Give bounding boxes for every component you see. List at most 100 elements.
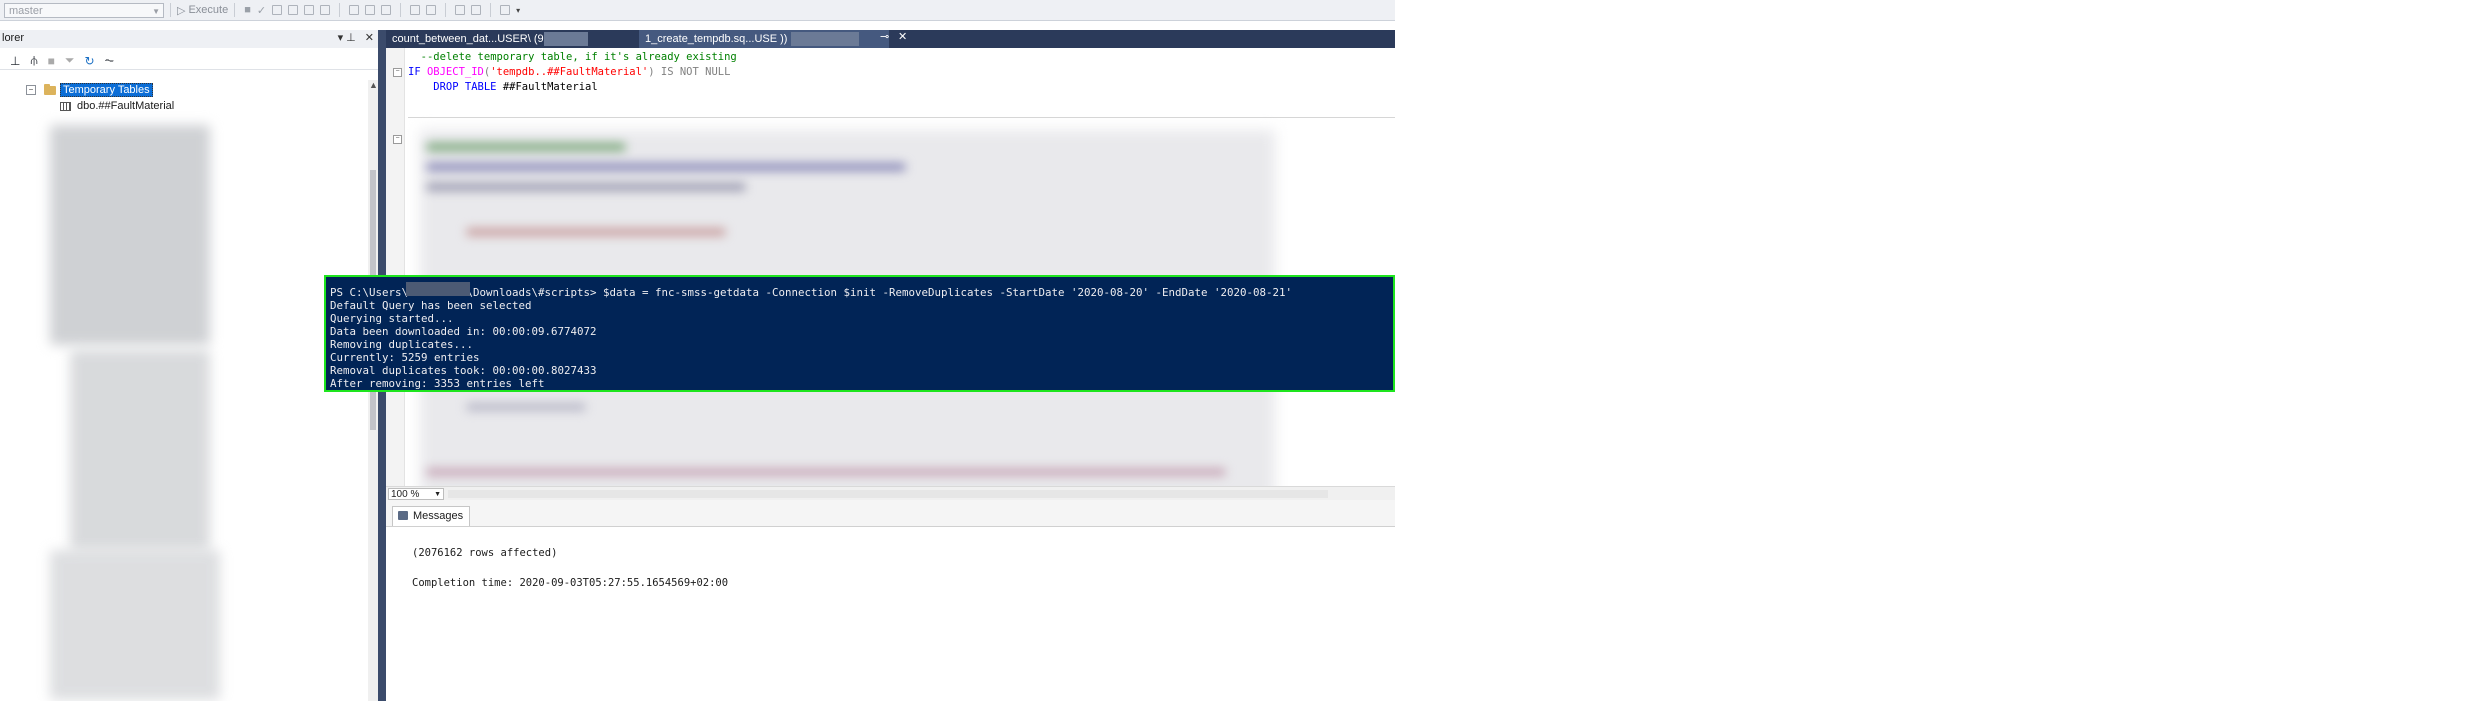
redacted-area — [70, 350, 210, 550]
code-area[interactable]: --delete temporary table, if it's alread… — [408, 50, 737, 95]
stop-icon[interactable]: ■ — [48, 54, 55, 68]
redacted-area — [406, 282, 470, 296]
parse-icon[interactable] — [288, 5, 299, 15]
play-icon: ▷ — [177, 4, 186, 17]
close-icon[interactable]: ✕ — [365, 31, 374, 44]
code-line: DROP TABLE ##FaultMaterial — [408, 81, 598, 93]
chevron-down-icon: ▼ — [152, 6, 160, 16]
estimated-plan-icon[interactable] — [304, 5, 315, 15]
specify-values-icon[interactable] — [500, 5, 511, 15]
collapse-icon[interactable]: − — [26, 85, 36, 95]
object-tree: − Temporary Tables dbo.##FaultMaterial — [0, 80, 368, 701]
tree-node-temporary-tables[interactable]: − Temporary Tables — [26, 83, 153, 97]
results-file-icon[interactable] — [381, 5, 392, 15]
refresh-icon[interactable]: ↻ — [84, 54, 94, 68]
folder-icon — [44, 83, 56, 95]
editor-status-bar: 100 % ▼ — [386, 486, 1395, 501]
outdent-icon[interactable] — [455, 5, 466, 15]
connect-icon[interactable]: ⊥ — [10, 54, 20, 68]
object-explorer-toolbar: ⊥ ⫛ ■ ⏷ ↻ ⏦ — [0, 52, 378, 70]
completion-time-message: Completion time: 2020-09-03T05:27:55.165… — [412, 577, 729, 589]
main-toolbar: master ▼ ▷ Execute ■ ✓ ▾ — [0, 0, 1395, 21]
database-select[interactable]: master ▼ — [4, 2, 164, 18]
zoom-select[interactable]: 100 % ▼ — [388, 488, 444, 500]
tab-count-between-dates[interactable]: count_between_dat...USER\ (98)) — [386, 30, 639, 48]
tab-label: count_between_dat...USER\ (98)) — [392, 33, 558, 45]
terminal-line: Currently: 5259 entries — [330, 351, 480, 364]
disconnect-icon[interactable]: ⫛ — [30, 53, 37, 68]
redacted-area — [466, 228, 726, 236]
terminal-line: PS C:\Users\ \Downloads\#scripts> $data … — [330, 286, 1293, 299]
redacted-area — [50, 125, 210, 345]
redacted-area — [791, 32, 859, 46]
tree-node-table[interactable]: dbo.##FaultMaterial — [60, 100, 174, 112]
close-tab-icon[interactable]: ✕ — [898, 30, 907, 43]
terminal-line: Data been downloaded in: 00:00:09.677407… — [330, 325, 597, 338]
chevron-down-icon: ▼ — [434, 491, 441, 498]
collapse-icon[interactable]: − — [393, 68, 402, 77]
toolbar-separator — [490, 3, 492, 17]
comment-icon[interactable] — [410, 5, 421, 15]
terminal-line: Removing duplicates... — [330, 338, 474, 351]
editor-divider — [408, 117, 1395, 118]
editor-gutter — [386, 48, 405, 486]
query-options-icon[interactable] — [320, 5, 331, 15]
terminal-line: Querying started... — [330, 312, 454, 325]
redacted-area — [544, 32, 588, 46]
toolbar-separator — [400, 3, 402, 17]
redacted-area — [426, 183, 746, 191]
check-icon[interactable]: ✓ — [257, 4, 266, 17]
results-text-icon[interactable] — [349, 5, 360, 15]
terminal-output: PS C:\Users\ \Downloads\#scripts> $data … — [330, 286, 1292, 390]
terminal-line: After removing: 3353 entries left — [330, 377, 545, 390]
chevron-up-icon[interactable]: ▲ — [369, 80, 378, 90]
tree-node-label: Temporary Tables — [60, 83, 153, 97]
collapse-icon[interactable]: − — [393, 135, 402, 144]
toolbar-separator — [339, 3, 341, 17]
results-tabs: Messages — [386, 500, 1395, 527]
activity-monitor-icon[interactable]: ⏦ — [105, 53, 115, 68]
redacted-area — [426, 468, 1226, 476]
redacted-area — [50, 550, 220, 700]
rows-affected-message: (2076162 rows affected) — [412, 547, 558, 559]
messages-output: (2076162 rows affected) Completion time:… — [412, 546, 728, 590]
document-tabs: count_between_dat...USER\ (98)) 1_create… — [386, 30, 1395, 48]
execute-label: Execute — [188, 4, 229, 16]
redacted-area — [426, 143, 626, 151]
debug-icon[interactable] — [272, 5, 283, 15]
toolbar-separator — [445, 3, 447, 17]
panel-controls: ▾ ⊥ ✕ — [338, 31, 374, 44]
pin-icon[interactable]: ▾ ⊥ — [338, 31, 356, 44]
code-line: --delete temporary table, if it's alread… — [420, 51, 737, 63]
table-icon — [60, 101, 71, 111]
object-explorer-panel: lorer ▾ ⊥ ✕ ⊥ ⫛ ■ ⏷ ↻ ⏦ − Temporary Tabl… — [0, 30, 378, 701]
code-line: IF OBJECT_ID('tempdb..##FaultMaterial') … — [408, 66, 731, 78]
database-select-value: master — [9, 4, 43, 17]
ssms-window: master ▼ ▷ Execute ■ ✓ ▾ lorer ▾ ⊥ ✕ ⊥ ⫛… — [0, 0, 1395, 701]
zoom-value: 100 % — [391, 489, 420, 500]
results-pane: Messages (2076162 rows affected) Complet… — [386, 500, 1395, 701]
powershell-window[interactable]: PS C:\Users\ \Downloads\#scripts> $data … — [324, 275, 1395, 392]
horizontal-scrollbar[interactable] — [448, 490, 1328, 498]
uncomment-icon[interactable] — [426, 5, 437, 15]
toolbar-separator — [234, 3, 236, 17]
pin-icon[interactable]: ⊸ — [880, 30, 889, 43]
tab-messages[interactable]: Messages — [392, 506, 471, 526]
query-editor[interactable]: − − --delete temporary table, if it's al… — [386, 48, 1395, 500]
stop-icon[interactable]: ■ — [244, 4, 251, 16]
terminal-line: Default Query has been selected — [330, 299, 532, 312]
tree-node-label: dbo.##FaultMaterial — [77, 100, 175, 112]
results-grid-icon[interactable] — [365, 5, 376, 15]
filter-icon[interactable]: ⏷ — [65, 53, 75, 68]
toolbar-overflow-icon[interactable]: ▾ — [516, 6, 520, 15]
terminal-line: Removal duplicates took: 00:00:00.802743… — [330, 364, 597, 377]
tab-label: Messages — [413, 510, 464, 522]
redacted-area — [426, 163, 906, 171]
toolbar-separator — [170, 3, 171, 17]
object-explorer-header: lorer ▾ ⊥ ✕ — [0, 30, 378, 48]
redacted-area — [466, 403, 586, 411]
object-explorer-title: lorer — [2, 32, 25, 44]
execute-button[interactable]: ▷ Execute — [177, 4, 228, 17]
messages-icon — [398, 511, 408, 520]
indent-icon[interactable] — [471, 5, 482, 15]
